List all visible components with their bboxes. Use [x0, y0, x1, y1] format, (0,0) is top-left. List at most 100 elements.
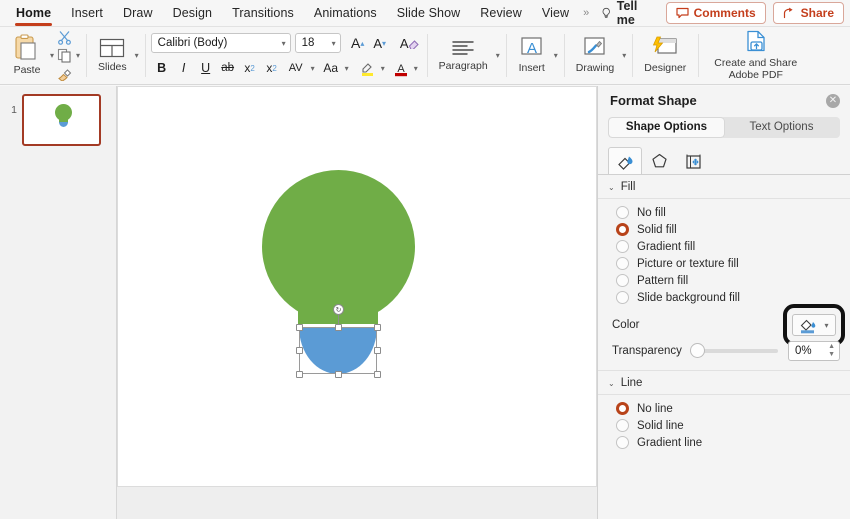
radio-gradient-line[interactable] — [616, 436, 629, 449]
paragraph-chevron-down-icon[interactable]: ▾ — [496, 51, 500, 60]
insert-chevron-down-icon[interactable]: ▾ — [554, 51, 558, 60]
radio-gradient-fill[interactable] — [616, 240, 629, 253]
radio-row-solid-line[interactable]: Solid line — [598, 417, 850, 434]
underline-button[interactable]: U — [195, 58, 217, 78]
create-and-share-adobe-pdf-button[interactable]: Create and Share Adobe PDF — [708, 28, 803, 83]
radio-row-no-line[interactable]: No line — [598, 400, 850, 417]
fill-transparency-stepper[interactable]: 0% ▲ ▼ — [788, 341, 840, 361]
format-painter-icon — [54, 65, 74, 83]
line-collapse-chevron-icon[interactable]: ⌄ — [608, 379, 615, 388]
tab-text-options[interactable]: Text Options — [724, 118, 839, 137]
fill-collapse-chevron-icon[interactable]: ⌄ — [608, 183, 615, 192]
cut-button[interactable] — [54, 29, 80, 47]
menu-item-draw[interactable]: Draw — [113, 2, 163, 25]
italic-button[interactable]: I — [173, 58, 195, 78]
slide-list-item-1[interactable]: 1 — [0, 86, 116, 146]
stepper-down-icon[interactable]: ▼ — [828, 351, 835, 359]
radio-row-gradient-line[interactable]: Gradient line — [598, 434, 850, 451]
clear-formatting-button[interactable]: A — [399, 33, 421, 53]
radio-solid-line[interactable] — [616, 419, 629, 432]
radio-pattern-fill[interactable] — [616, 274, 629, 287]
slides-label: Slides — [98, 61, 127, 74]
slides-chevron-down-icon[interactable]: ▾ — [135, 51, 139, 60]
radio-row-pattern-fill[interactable]: Pattern fill — [598, 272, 850, 289]
menu-item-animations[interactable]: Animations — [304, 2, 387, 25]
tell-me-button[interactable]: Tell me — [593, 0, 658, 30]
fill-and-line-icon-tab[interactable] — [608, 147, 642, 174]
resize-handle-top-center[interactable] — [335, 324, 342, 331]
close-icon[interactable]: ✕ — [826, 93, 840, 108]
radio-row-solid-fill[interactable]: Solid fill — [598, 221, 850, 238]
radio-row-no-fill[interactable]: No fill — [598, 204, 850, 221]
radio-slide-background-fill[interactable] — [616, 291, 629, 304]
menu-item-insert[interactable]: Insert — [61, 2, 113, 25]
font-color-button[interactable]: A — [390, 58, 412, 78]
character-spacing-button[interactable]: AV — [283, 58, 309, 78]
tab-shape-options[interactable]: Shape Options — [609, 118, 724, 137]
slide-editing-surface[interactable]: ↻ — [117, 86, 597, 487]
rotate-icon[interactable]: ↻ — [333, 304, 344, 315]
menu-item-home[interactable]: Home — [6, 2, 61, 26]
radio-row-picture-or-texture-fill[interactable]: Picture or texture fill — [598, 255, 850, 272]
text-highlight-button[interactable] — [357, 58, 379, 78]
radio-no-fill[interactable] — [616, 206, 629, 219]
font-name-chevron-down-icon[interactable]: ▾ — [282, 39, 286, 48]
font-name-combobox[interactable]: Calibri (Body) ▾ — [150, 33, 291, 53]
resize-handle-bottom-right[interactable] — [374, 371, 381, 378]
drawing-button[interactable]: Drawing — [570, 34, 621, 76]
bold-button[interactable]: B — [151, 58, 173, 78]
slide-thumbnail-1[interactable] — [22, 94, 101, 146]
paste-button[interactable]: Paste — [6, 32, 48, 78]
copy-chevron-down-icon[interactable]: ▾ — [76, 51, 80, 60]
change-case-chevron-down-icon[interactable]: ▾ — [345, 64, 349, 73]
line-section-header[interactable]: ⌄ Line — [598, 370, 850, 395]
font-size-combobox[interactable]: 18 ▾ — [294, 33, 341, 53]
slides-button[interactable]: Slides — [92, 35, 133, 75]
fill-color-chevron-down-icon[interactable]: ▾ — [824, 321, 828, 330]
resize-handle-middle-right[interactable] — [374, 347, 381, 354]
comments-button[interactable]: Comments — [665, 2, 766, 24]
format-painter-button[interactable] — [54, 65, 80, 83]
radio-solid-fill[interactable] — [616, 223, 629, 236]
fill-section-header[interactable]: ⌄ Fill — [598, 175, 850, 199]
copy-button[interactable]: ▾ — [54, 47, 80, 65]
drawing-chevron-down-icon[interactable]: ▾ — [622, 51, 626, 60]
shrink-font-button[interactable]: A ▾ — [369, 33, 391, 53]
radio-row-slide-background-fill[interactable]: Slide background fill — [598, 289, 850, 306]
superscript-button[interactable]: x2 — [239, 58, 261, 78]
stepper-up-icon[interactable]: ▲ — [828, 343, 835, 351]
radio-no-line[interactable] — [616, 402, 629, 415]
radio-row-gradient-fill[interactable]: Gradient fill — [598, 238, 850, 255]
fill-transparency-slider[interactable] — [690, 343, 778, 358]
resize-handle-bottom-center[interactable] — [335, 371, 342, 378]
change-case-button[interactable]: Aa — [319, 58, 343, 78]
grow-font-button[interactable]: A ▴ — [347, 33, 369, 53]
fill-transparency-slider-knob[interactable] — [690, 343, 705, 358]
designer-button[interactable]: Designer — [638, 34, 692, 76]
effects-icon-tab[interactable] — [642, 147, 676, 174]
fill-color-button[interactable]: ▾ — [792, 314, 836, 336]
menu-item-review[interactable]: Review — [470, 2, 532, 25]
strikethrough-button[interactable]: ab — [217, 58, 239, 78]
character-spacing-chevron-down-icon[interactable]: ▾ — [311, 64, 315, 73]
paragraph-button[interactable]: Paragraph — [433, 36, 494, 74]
radio-no-line-label: No line — [637, 402, 673, 415]
font-size-chevron-down-icon[interactable]: ▾ — [332, 39, 336, 48]
menu-item-transitions[interactable]: Transitions — [222, 2, 304, 25]
resize-handle-middle-left[interactable] — [296, 347, 303, 354]
resize-handle-top-right[interactable] — [374, 324, 381, 331]
radio-picture-or-texture-fill[interactable] — [616, 257, 629, 270]
font-color-chevron-down-icon[interactable]: ▾ — [414, 64, 418, 73]
menu-item-design[interactable]: Design — [163, 2, 223, 25]
menu-overflow-chevron-icon[interactable]: » — [579, 7, 593, 19]
menu-item-view[interactable]: View — [532, 2, 579, 25]
size-and-properties-icon-tab[interactable] — [676, 147, 710, 174]
menu-item-slide-show[interactable]: Slide Show — [387, 2, 471, 25]
insert-button[interactable]: A Insert — [512, 34, 552, 76]
resize-handle-top-left[interactable] — [296, 324, 303, 331]
share-button[interactable]: Share — [772, 2, 844, 24]
subscript-button[interactable]: x2 — [261, 58, 283, 78]
resize-handle-bottom-left[interactable] — [296, 371, 303, 378]
text-highlight-chevron-down-icon[interactable]: ▾ — [381, 64, 385, 73]
fill-transparency-stepper-arrows[interactable]: ▲ ▼ — [828, 343, 835, 359]
